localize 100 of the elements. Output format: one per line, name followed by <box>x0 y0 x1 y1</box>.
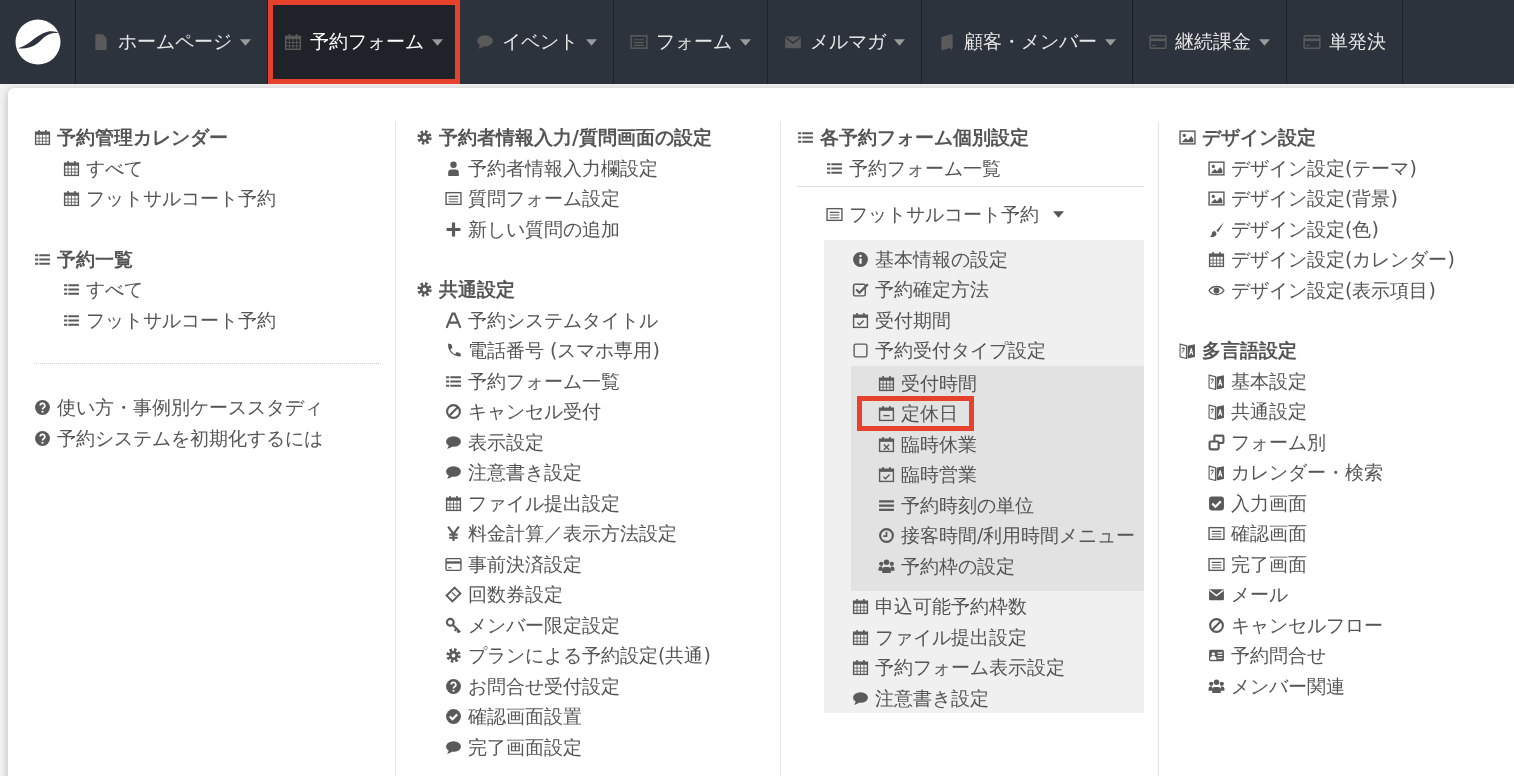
menu-item[interactable]: 接客時間/利用時間メニュー <box>851 520 1144 551</box>
speech-bubble-icon <box>445 433 462 451</box>
menu-item[interactable]: フォーム別 <box>1179 426 1500 457</box>
translate-icon <box>1208 372 1225 390</box>
menu-item[interactable]: デザイン設定(テーマ) <box>1179 152 1500 183</box>
nav-tab[interactable]: フォーム <box>614 0 768 84</box>
calendar-icon <box>284 33 302 51</box>
menu-item[interactable]: 表示設定 <box>416 426 766 457</box>
menu-item[interactable]: 事前決済設定 <box>416 548 766 579</box>
form-icon <box>1208 555 1225 573</box>
form-toggle[interactable]: フットサルコート予約 <box>797 199 1144 230</box>
menu-item[interactable]: 定休日 <box>859 398 972 429</box>
menu-item[interactable]: 回数券設定 <box>416 579 766 610</box>
menu-item[interactable]: 予約者情報入力欄設定 <box>416 152 766 183</box>
section-heading: 予約者情報入力/質問画面の設定 <box>416 122 766 153</box>
section-heading: デザイン設定 <box>1179 122 1500 153</box>
menu-item[interactable]: ファイル提出設定 <box>416 487 766 518</box>
calendar-icon <box>878 374 895 392</box>
check-circle-icon <box>445 708 462 725</box>
menu-item[interactable]: 基本情報の設定 <box>824 243 1144 274</box>
phone-icon <box>445 342 462 359</box>
people-icon <box>878 557 895 575</box>
image-icon <box>1208 159 1225 177</box>
calendar-check-icon <box>878 466 895 483</box>
ban-icon <box>445 403 462 420</box>
speech-bubble-icon <box>445 738 462 756</box>
menu-item[interactable]: 予約問合せ <box>1179 640 1500 671</box>
speech-bubble-icon <box>852 689 869 707</box>
menu-item[interactable]: 共通設定 <box>1179 396 1500 427</box>
menu-item[interactable]: 受付期間 <box>824 304 1144 335</box>
menu-item[interactable]: プランによる予約設定(共通) <box>416 640 766 671</box>
menu-item[interactable]: 質問フォーム設定 <box>416 183 766 214</box>
menu-item[interactable]: 完了画面設定 <box>416 731 766 762</box>
menu-item[interactable]: 予約フォーム一覧 <box>416 365 766 396</box>
ticket-icon <box>445 586 462 603</box>
menu-item[interactable]: フットサルコート予約 <box>34 183 381 214</box>
calendar-icon <box>34 129 51 146</box>
nav-tab[interactable]: 予約フォーム <box>268 0 460 84</box>
menu-item[interactable]: 予約フォーム一覧 <box>797 152 1144 183</box>
menu-item[interactable]: 予約枠の設定 <box>851 550 1144 581</box>
card-icon <box>1149 33 1167 51</box>
nav-tab[interactable]: 顧客・メンバー <box>922 0 1133 84</box>
menu-item[interactable]: 受付時間 <box>851 367 1144 398</box>
menu-item[interactable]: 電話番号 (スマホ専用) <box>416 335 766 366</box>
menu-item[interactable]: デザイン設定(背景) <box>1179 183 1500 214</box>
form-icon <box>826 206 843 223</box>
menu-item[interactable]: キャンセルフロー <box>1179 609 1500 640</box>
menu-item[interactable]: 料金計算／表示方法設定 <box>416 518 766 549</box>
menu-item[interactable]: 予約時刻の単位 <box>851 489 1144 520</box>
nav-tab[interactable]: メルマガ <box>768 0 922 84</box>
section-heading: 多言語設定 <box>1179 335 1500 366</box>
menu-item[interactable]: すべて <box>34 274 381 305</box>
menu-item[interactable]: カレンダー・検索 <box>1179 457 1500 488</box>
person-icon <box>445 159 462 177</box>
menu-item[interactable]: 新しい質問の追加 <box>416 213 766 244</box>
menu-item[interactable]: メンバー関連 <box>1179 670 1500 701</box>
menu-item[interactable]: デザイン設定(色) <box>1179 213 1500 244</box>
menu-item[interactable]: フットサルコート予約 <box>34 304 381 335</box>
nav-tab[interactable]: 継続課金 <box>1133 0 1287 84</box>
menu-item[interactable]: 使い方・事例別ケーススタディ <box>34 392 381 423</box>
help-icon <box>34 429 51 447</box>
menu-item[interactable]: 確認画面設置 <box>416 701 766 732</box>
menu-item[interactable]: 臨時営業 <box>851 459 1144 490</box>
menu-item[interactable]: 予約フォーム表示設定 <box>824 652 1144 683</box>
menu-item[interactable]: 申込可能予約枠数 <box>824 591 1144 622</box>
menu-item[interactable]: メンバー限定設定 <box>416 609 766 640</box>
menu-item[interactable]: 予約システムを初期化するには <box>34 422 381 453</box>
windows-icon <box>1208 433 1225 451</box>
ban-icon <box>1208 616 1225 634</box>
calendar-icon <box>445 494 462 512</box>
speech-bubble-icon <box>476 33 494 51</box>
menu-item[interactable]: 予約確定方法 <box>824 274 1144 305</box>
menu-item[interactable]: 予約受付タイプ設定 <box>824 335 1144 366</box>
nav-tab[interactable]: イベント <box>460 0 614 84</box>
nav-tab[interactable]: 単発決 <box>1287 0 1403 84</box>
menu-item[interactable]: キャンセル受付 <box>416 396 766 427</box>
menu-item[interactable]: お問合せ受付設定 <box>416 670 766 701</box>
menu-item[interactable]: デザイン設定(カレンダー) <box>1179 244 1500 275</box>
gear-icon <box>416 129 433 146</box>
help-icon <box>445 677 462 695</box>
section-heading: 共通設定 <box>416 274 766 305</box>
menu-item[interactable]: すべて <box>34 152 381 183</box>
envelope-icon <box>1208 586 1225 603</box>
gear-icon <box>416 281 433 298</box>
section-heading: 予約管理カレンダー <box>34 122 381 153</box>
book-icon <box>938 33 956 51</box>
menu-item[interactable]: 注意書き設定 <box>416 457 766 488</box>
menu-item[interactable]: 確認画面 <box>1179 518 1500 549</box>
menu-item[interactable]: ファイル提出設定 <box>824 621 1144 652</box>
envelope-icon <box>784 33 802 51</box>
menu-item[interactable]: 基本設定 <box>1179 365 1500 396</box>
menu-item[interactable]: 臨時休業 <box>851 428 1144 459</box>
menu-item[interactable]: 予約システムタイトル <box>416 304 766 335</box>
calendar-icon <box>63 159 80 177</box>
menu-item[interactable]: デザイン設定(表示項目) <box>1179 274 1500 305</box>
menu-item[interactable]: 完了画面 <box>1179 548 1500 579</box>
menu-item[interactable]: 入力画面 <box>1179 487 1500 518</box>
section-heading: 予約一覧 <box>34 243 381 274</box>
menu-item[interactable]: メール <box>1179 579 1500 610</box>
menu-item[interactable]: 注意書き設定 <box>824 682 1144 713</box>
